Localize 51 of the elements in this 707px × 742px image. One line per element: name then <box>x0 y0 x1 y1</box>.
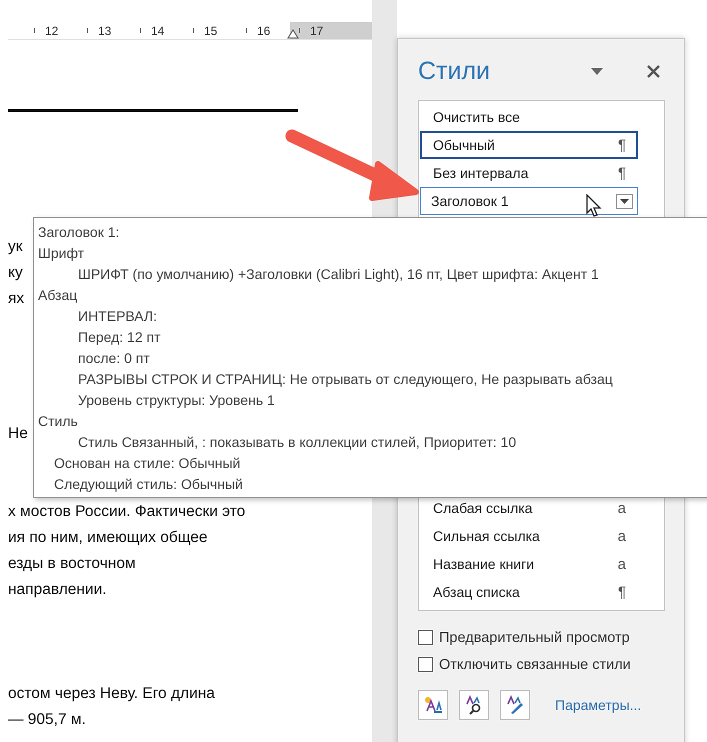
document-text: х мостов России. Фактически это <box>8 502 246 522</box>
ruler-number: 14 <box>151 24 164 38</box>
pane-title: Стили <box>418 56 492 86</box>
dropdown-icon[interactable] <box>591 68 603 74</box>
tooltip-text: ШРИФТ (по умолчанию) +Заголовки (Calibri Light), 16 пт, Цвет шрифта: Акцент 1 <box>77 265 599 284</box>
letters-sparkle-icon <box>423 695 443 715</box>
document-text: остом через Неву. Его длина <box>8 684 215 704</box>
style-item[interactable]: Слабая ссылка a <box>420 494 638 522</box>
style-item[interactable]: Заголовок 1 <box>420 187 638 215</box>
tooltip-text: Перед: 12 пт <box>77 328 161 347</box>
tooltip-text: Заголовок 1: <box>38 223 120 242</box>
tooltip-text: ИНТЕРВАЛ: <box>77 307 157 326</box>
tooltip-text: Уровень структуры: Уровень 1 <box>77 391 275 410</box>
tooltip-text: Абзац <box>38 286 78 305</box>
dropdown-icon[interactable] <box>616 194 633 208</box>
tooltip-text: Шрифт <box>38 244 84 263</box>
tooltip-text: Стиль <box>38 412 78 431</box>
new-style-button[interactable] <box>418 690 448 720</box>
ruler-number: 16 <box>257 24 270 38</box>
options-link[interactable]: Параметры... <box>555 697 642 713</box>
document-text: ку <box>8 263 23 283</box>
style-item[interactable]: Абзац списка ¶ <box>420 578 638 606</box>
tooltip-text: Стиль Связанный, : показывать в коллекции стилей, Приоритет: 10 <box>77 433 516 452</box>
style-item[interactable]: Очистить все <box>420 103 638 131</box>
document-text: езды в восточном <box>8 554 136 574</box>
style-inspector-button[interactable] <box>459 690 489 720</box>
checkbox[interactable] <box>418 630 433 645</box>
document-text: ях <box>8 289 24 309</box>
checkbox-label: Предварительный просмотр <box>439 630 630 646</box>
style-item[interactable]: Название книги a <box>420 550 638 578</box>
document-text: ук <box>8 237 23 257</box>
ruler-number: 13 <box>98 24 112 38</box>
tooltip-text: Следующий стиль: Обычный <box>53 475 243 494</box>
document-text: Не <box>8 424 28 444</box>
style-item[interactable]: Сильная ссылка a <box>420 522 638 550</box>
style-item[interactable]: Без интервала ¶ <box>420 159 638 187</box>
document-text: ия по ним, имеющих общее <box>8 528 208 548</box>
ruler-number: 12 <box>45 24 58 38</box>
tooltip-text: после: 0 пт <box>77 349 150 368</box>
manage-styles-button[interactable] <box>500 690 530 720</box>
tooltip-text: Основан на стиле: Обычный <box>53 454 240 473</box>
ruler-number: 17 <box>310 24 324 38</box>
letters-pen-icon <box>505 695 525 715</box>
document-text: — 905,7 м. <box>8 710 86 730</box>
checkbox[interactable] <box>418 657 433 672</box>
document-text: направлении. <box>8 580 107 600</box>
tooltip-text: РАЗРЫВЫ СТРОК И СТРАНИЦ: Не отрывать от следующего, Не разрывать абзац <box>77 370 613 389</box>
ruler-number: 15 <box>204 24 218 38</box>
style-item[interactable]: Обычный ¶ <box>420 131 638 159</box>
close-icon[interactable] <box>647 64 660 78</box>
checkbox-label: Отключить связанные стили <box>439 656 631 672</box>
